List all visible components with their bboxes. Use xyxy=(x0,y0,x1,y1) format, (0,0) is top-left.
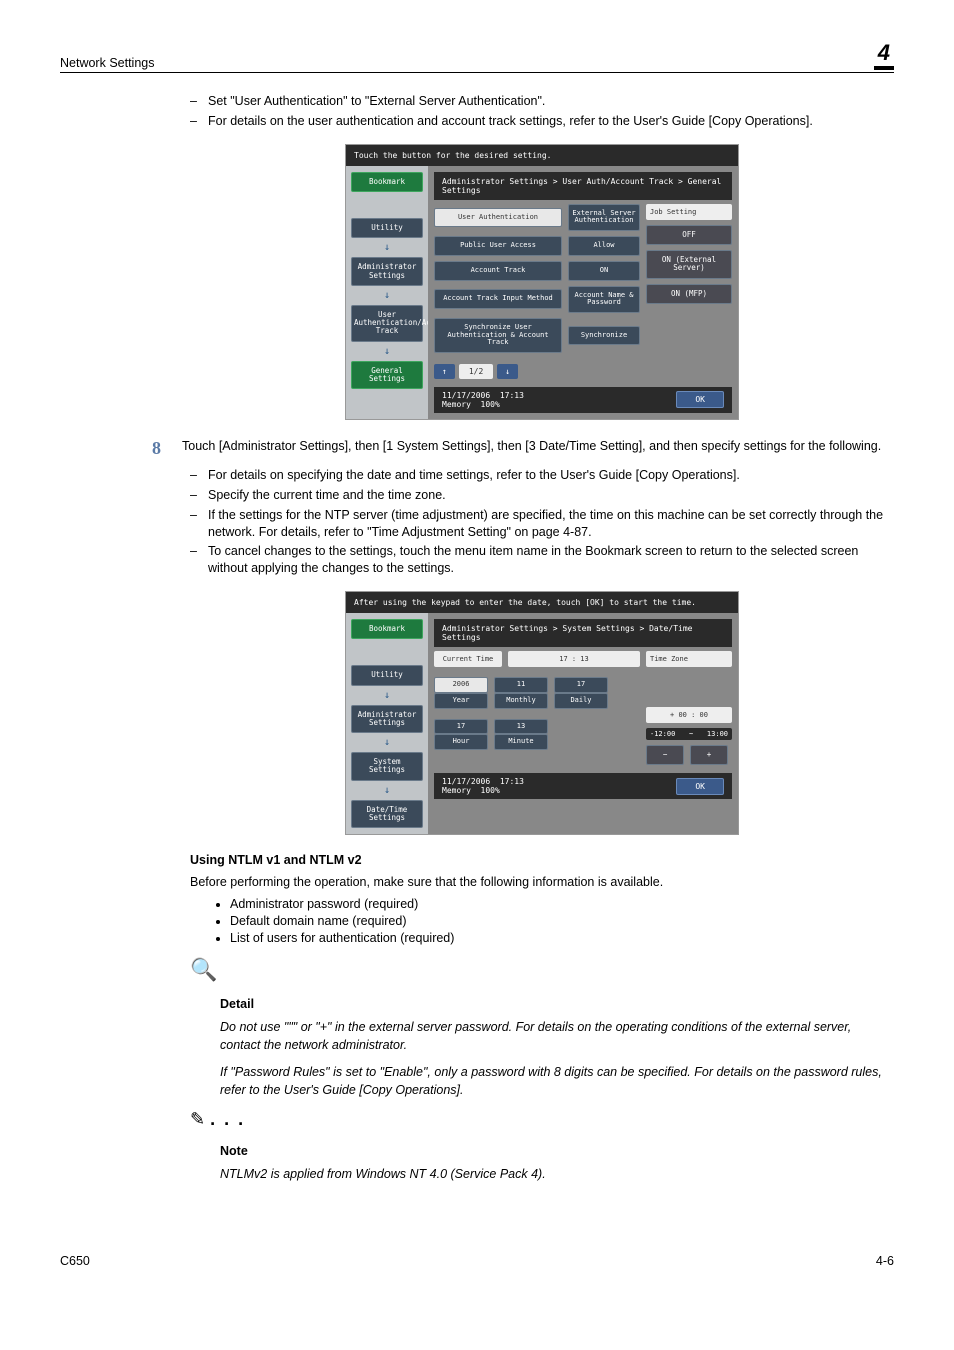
setting-label[interactable]: Public User Access xyxy=(434,236,562,256)
admin-panel-screenshot-1: Touch the button for the desired setting… xyxy=(345,144,739,420)
list-item: List of users for authentication (requir… xyxy=(230,931,894,945)
setting-label[interactable]: Synchronize User Authentication & Accoun… xyxy=(434,318,562,353)
current-time-value: 17 : 13 xyxy=(508,651,640,667)
sidebar: Bookmark Utility ↓ Administrator Setting… xyxy=(346,166,428,419)
footer-model: C650 xyxy=(60,1254,90,1268)
magnifier-icon: 🔍 xyxy=(190,957,894,983)
year-value[interactable]: 2006 xyxy=(434,677,488,693)
day-value[interactable]: 17 xyxy=(554,677,608,693)
detail-paragraph: Do not use """ or "+" in the external se… xyxy=(220,1019,894,1054)
list-item: Administrator password (required) xyxy=(230,897,894,911)
note-heading: Note xyxy=(220,1144,894,1158)
setting-value[interactable]: Account Name & Password xyxy=(568,286,640,313)
intro-list: Set "User Authentication" to "External S… xyxy=(190,93,894,130)
list-item: For details on the user authentication a… xyxy=(190,113,894,130)
bookmark-button[interactable]: Bookmark xyxy=(351,619,423,639)
note-icon: ✎ . . . xyxy=(190,1109,894,1130)
page-indicator: 1/2 xyxy=(459,364,493,379)
minute-label: Minute xyxy=(494,734,548,750)
option-button[interactable]: ON (MFP) xyxy=(646,284,732,304)
running-header: Network Settings xyxy=(60,56,154,70)
option-button[interactable]: ON (External Server) xyxy=(646,250,732,279)
list-item: For details on specifying the date and t… xyxy=(190,467,894,484)
arrow-down-icon: ↓ xyxy=(384,290,390,301)
sidebar-item[interactable]: User Authentication/Account Track xyxy=(351,305,423,342)
bookmark-button[interactable]: Bookmark xyxy=(351,172,423,192)
option-button[interactable]: OFF xyxy=(646,225,732,245)
month-value[interactable]: 11 xyxy=(494,677,548,693)
page-down-button[interactable]: ↓ xyxy=(497,364,518,379)
sidebar-item[interactable]: General Settings xyxy=(351,361,423,390)
step-number: 8 xyxy=(152,438,182,459)
list-item: Set "User Authentication" to "External S… xyxy=(190,93,894,110)
detail-heading: Detail xyxy=(220,997,894,1011)
setting-value[interactable]: Synchronize xyxy=(568,326,640,346)
setting-label[interactable]: User Authentication xyxy=(434,208,562,228)
list-item: Default domain name (required) xyxy=(230,914,894,928)
minus-button[interactable]: − xyxy=(646,745,684,765)
ok-button[interactable]: OK xyxy=(676,391,724,408)
setting-value[interactable]: Allow xyxy=(568,236,640,256)
arrow-down-icon: ↓ xyxy=(384,690,390,701)
ok-button[interactable]: OK xyxy=(676,778,724,795)
arrow-down-icon: ↓ xyxy=(384,737,390,748)
setting-value[interactable]: ON xyxy=(568,261,640,281)
minute-value[interactable]: 13 xyxy=(494,719,548,735)
month-label: Monthly xyxy=(494,693,548,709)
sidebar-item[interactable]: System Settings xyxy=(351,752,423,781)
chapter-number: 4 xyxy=(874,40,894,70)
arrow-down-icon: ↓ xyxy=(384,242,390,253)
status-bar: 11/17/2006 17:13 Memory 100% xyxy=(442,391,524,409)
day-label: Daily xyxy=(554,693,608,709)
label: Current Time xyxy=(434,651,502,667)
arrow-down-icon: ↓ xyxy=(384,785,390,796)
list-item: If the settings for the NTP server (time… xyxy=(190,507,894,541)
admin-panel-screenshot-2: After using the keypad to enter the date… xyxy=(345,591,739,835)
panel-title: Time Zone xyxy=(646,651,732,667)
sidebar-item[interactable]: Utility xyxy=(351,665,423,685)
setting-label[interactable]: Account Track Input Method xyxy=(434,289,562,309)
step8-list: For details on specifying the date and t… xyxy=(190,467,894,577)
sidebar-item[interactable]: Administrator Settings xyxy=(351,705,423,734)
timezone-value: + 00 : 00 xyxy=(646,707,732,723)
paragraph: Before performing the operation, make su… xyxy=(190,875,894,889)
plus-button[interactable]: + xyxy=(690,745,728,765)
setting-value[interactable]: External Server Authentication xyxy=(568,204,640,231)
detail-paragraph: If "Password Rules" is set to "Enable", … xyxy=(220,1064,894,1099)
footer-page: 4-6 xyxy=(876,1254,894,1268)
arrow-down-icon: ↓ xyxy=(384,346,390,357)
list-item: Specify the current time and the time zo… xyxy=(190,487,894,504)
breadcrumb: Administrator Settings > User Auth/Accou… xyxy=(434,172,732,200)
instruction-bar: Touch the button for the desired setting… xyxy=(346,145,738,166)
sidebar-item[interactable]: Administrator Settings xyxy=(351,257,423,286)
list-item: To cancel changes to the settings, touch… xyxy=(190,543,894,577)
setting-label[interactable]: Account Track xyxy=(434,261,562,281)
hour-label: Hour xyxy=(434,734,488,750)
year-label: Year xyxy=(434,693,488,709)
breadcrumb: Administrator Settings > System Settings… xyxy=(434,619,732,647)
hour-value[interactable]: 17 xyxy=(434,719,488,735)
requirements-list: Administrator password (required) Defaul… xyxy=(230,897,894,945)
note-paragraph: NTLMv2 is applied from Windows NT 4.0 (S… xyxy=(220,1166,894,1184)
status-bar: 11/17/2006 17:13 Memory 100% xyxy=(442,777,524,795)
panel-title: Job Setting xyxy=(646,204,732,220)
sidebar: Bookmark Utility ↓ Administrator Setting… xyxy=(346,613,428,834)
step-text: Touch [Administrator Settings], then [1 … xyxy=(182,438,894,459)
sidebar-item[interactable]: Utility xyxy=(351,218,423,238)
page-up-button[interactable]: ↑ xyxy=(434,364,455,379)
instruction-bar: After using the keypad to enter the date… xyxy=(346,592,738,613)
section-heading: Using NTLM v1 and NTLM v2 xyxy=(190,853,894,867)
sidebar-item[interactable]: Date/Time Settings xyxy=(351,800,423,829)
